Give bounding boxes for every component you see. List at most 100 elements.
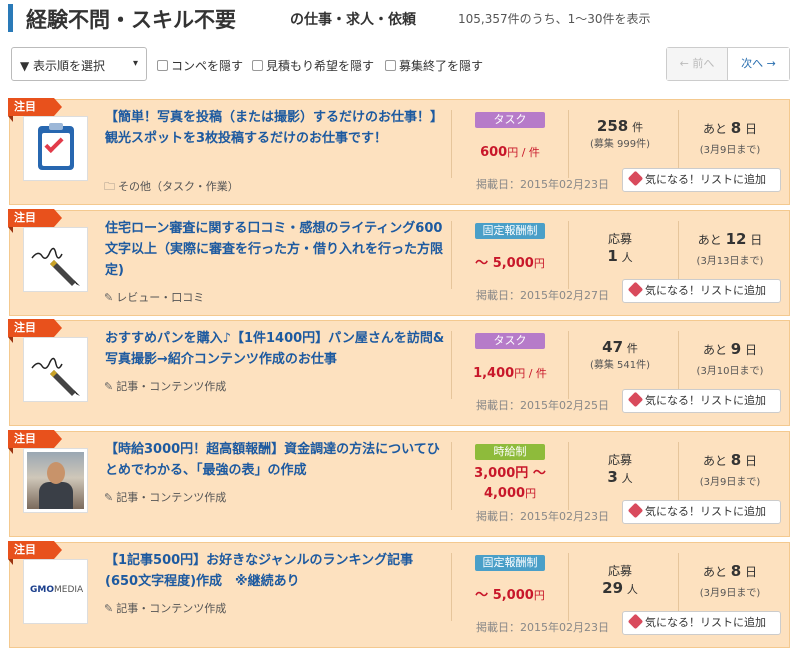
apply-count: 258 件 (募集 999件) xyxy=(570,117,670,150)
posted-date: 掲載日：2015年02月25日 xyxy=(476,399,609,412)
pin-icon xyxy=(627,170,644,187)
featured-ribbon: 注目 xyxy=(8,209,62,233)
checkbox-box[interactable] xyxy=(157,60,168,71)
fav-button-label: 気になる！リストに追加 xyxy=(645,284,766,297)
job-type-badge: 固定報酬制 xyxy=(475,555,545,571)
job-category-label: その他（タスク・作業） xyxy=(118,180,239,193)
featured-ribbon: 注目 xyxy=(8,319,62,343)
sort-select-label: ▼ 表示順を選択 xyxy=(20,59,106,73)
list-toolbar: ▼ 表示順を選択 ▾ コンペを隠す 見積もり希望を隠す 募集終了を隠す ← 前へ… xyxy=(0,47,797,83)
job-price: 600円 / 件 xyxy=(452,143,568,163)
job-thumbnail[interactable]: GMOMEDIA xyxy=(23,559,88,624)
job-category[interactable]: ✎ レビュー・口コミ xyxy=(104,289,204,305)
apply-number: 29 xyxy=(602,579,624,597)
ribbon-label: 注目 xyxy=(14,211,36,224)
pencil-icon: ✎ xyxy=(104,291,114,304)
deadline-prefix: あと xyxy=(697,233,722,247)
deadline-date: (3月9日まで) xyxy=(699,145,761,156)
posted-date: 掲載日：2015年02月23日 xyxy=(476,621,609,634)
deadline-prefix: あと xyxy=(702,343,727,357)
add-to-favorites-button[interactable]: 気になる！リストに追加 xyxy=(622,389,781,413)
apply-unit: 人 xyxy=(621,251,633,264)
checkbox-box[interactable] xyxy=(252,60,263,71)
featured-ribbon: 注目 xyxy=(8,541,62,565)
job-deadline: あと 9 日 (3月10日まで) xyxy=(680,340,780,377)
job-price: 〜 5,000円 xyxy=(452,586,568,606)
apply-number: 3 xyxy=(607,468,618,486)
deadline-unit: 日 xyxy=(745,122,758,136)
add-to-favorites-button[interactable]: 気になる！リストに追加 xyxy=(622,168,781,192)
apply-count: 応募 1 人 xyxy=(570,230,670,265)
job-title-link[interactable]: 住宅ローン審査に関する口コミ・感想のライティング600文字以上（実際に審査を行っ… xyxy=(105,218,445,281)
ribbon-label: 注目 xyxy=(14,432,36,445)
apply-unit: 件 xyxy=(632,121,644,134)
deadline-date: (3月10日まで) xyxy=(696,366,764,377)
deadline-unit: 日 xyxy=(745,454,758,468)
deadline-prefix: あと xyxy=(702,565,727,579)
apply-unit: 人 xyxy=(621,472,633,485)
gmo-media-logo: GMOMEDIA xyxy=(30,585,83,595)
pager: ← 前へ 次へ → xyxy=(666,47,790,81)
hide-compe-checkbox[interactable]: コンペを隠す xyxy=(157,57,243,74)
checkbox-label: コンペを隠す xyxy=(171,59,244,73)
apply-count: 47 件 (募集 541件) xyxy=(570,338,670,371)
apply-sub: (募集 541件) xyxy=(589,360,651,371)
add-to-favorites-button[interactable]: 気になる！リストに追加 xyxy=(622,279,781,303)
ribbon-label: 注目 xyxy=(14,543,36,556)
job-price: 3,000円 〜 4,000円 xyxy=(452,464,568,504)
job-type-badge: 固定報酬制 xyxy=(475,223,545,239)
next-page-button[interactable]: 次へ → xyxy=(728,48,789,80)
featured-ribbon: 注目 xyxy=(8,430,62,454)
divider xyxy=(568,221,569,289)
posted-date: 掲載日：2015年02月27日 xyxy=(476,289,609,302)
checkbox-box[interactable] xyxy=(385,60,396,71)
apply-number: 47 xyxy=(602,338,624,356)
hide-estimate-checkbox[interactable]: 見積もり希望を隠す xyxy=(252,57,374,74)
sort-select[interactable]: ▼ 表示順を選択 ▾ xyxy=(11,47,147,81)
apply-label: 応募 xyxy=(607,453,632,467)
apply-unit: 人 xyxy=(626,583,638,596)
result-count: 105,357件のうち、1〜30件を表示 xyxy=(458,12,651,26)
job-title-link[interactable]: 【時給3000円！超高額報酬】資金調達の方法についてひとめでわかる、「最強の表」… xyxy=(105,439,445,481)
deadline-days: 9 xyxy=(730,340,742,358)
job-thumbnail[interactable] xyxy=(23,448,88,513)
divider xyxy=(568,110,569,178)
job-card[interactable]: 注目 【時給3000円！超高額報酬】資金調達の方法についてひとめでわかる、「最強… xyxy=(8,430,790,537)
page-title: 経験不問・スキル不要 xyxy=(26,8,236,32)
pencil-icon: ✎ xyxy=(104,380,114,393)
job-deadline: あと 8 日 (3月9日まで) xyxy=(680,451,780,488)
job-thumbnail[interactable] xyxy=(23,116,88,181)
job-deadline: あと 8 日 (3月9日まで) xyxy=(680,562,780,599)
add-to-favorites-button[interactable]: 気になる！リストに追加 xyxy=(622,611,781,635)
price-value: 600 xyxy=(480,145,508,160)
price-value: 1,400 xyxy=(473,366,515,381)
job-category[interactable]: 🗀 その他（タスク・作業） xyxy=(104,178,239,197)
deadline-prefix: あと xyxy=(702,122,727,136)
job-thumbnail[interactable] xyxy=(23,227,88,292)
deadline-days: 8 xyxy=(730,119,742,137)
price-value: 3,000円 〜 xyxy=(474,466,546,481)
job-title-link[interactable]: 【1記事500円】お好きなジャンルのランキング記事(650文字程度)作成 ※継続… xyxy=(105,550,445,592)
checkbox-label: 募集終了を隠す xyxy=(399,59,484,73)
job-category[interactable]: ✎ 記事・コンテンツ作成 xyxy=(104,600,226,616)
pin-icon xyxy=(627,502,644,519)
posted-date: 掲載日：2015年02月23日 xyxy=(476,178,609,191)
add-to-favorites-button[interactable]: 気になる！リストに追加 xyxy=(622,500,781,524)
prev-page-button[interactable]: ← 前へ xyxy=(667,48,728,80)
job-card[interactable]: 注目 おすすめパンを購入♪【1件1400円】パン屋さんを訪問&写真撮影→紹介コン… xyxy=(8,319,790,426)
job-card[interactable]: 注目 住宅ローン審査に関する口コミ・感想のライティング600文字以上（実際に審査… xyxy=(8,209,790,316)
job-price: 〜 5,000円 xyxy=(452,254,568,274)
hide-closed-checkbox[interactable]: 募集終了を隠す xyxy=(385,57,483,74)
job-card[interactable]: 注目 GMOMEDIA 【1記事500円】お好きなジャンルのランキング記事(65… xyxy=(8,541,790,648)
job-title-link[interactable]: 【簡単！写真を投稿（または撮影）するだけのお仕事！】観光スポットを3枚投稿するだ… xyxy=(105,107,445,149)
price-unit: 円 / 件 xyxy=(507,146,540,159)
job-card[interactable]: 注目 【簡単！写真を投稿（または撮影）するだけのお仕事！】観光スポットを3枚投稿… xyxy=(8,98,790,205)
job-type-badge: タスク xyxy=(475,333,545,349)
divider xyxy=(568,331,569,399)
job-category[interactable]: ✎ 記事・コンテンツ作成 xyxy=(104,489,226,505)
job-title-link[interactable]: おすすめパンを購入♪【1件1400円】パン屋さんを訪問&写真撮影→紹介コンテンツ… xyxy=(105,328,445,370)
job-category[interactable]: ✎ 記事・コンテンツ作成 xyxy=(104,378,226,394)
job-thumbnail[interactable] xyxy=(23,337,88,402)
folder-icon: 🗀 xyxy=(104,180,115,193)
pencil-icon: ✎ xyxy=(104,491,114,504)
